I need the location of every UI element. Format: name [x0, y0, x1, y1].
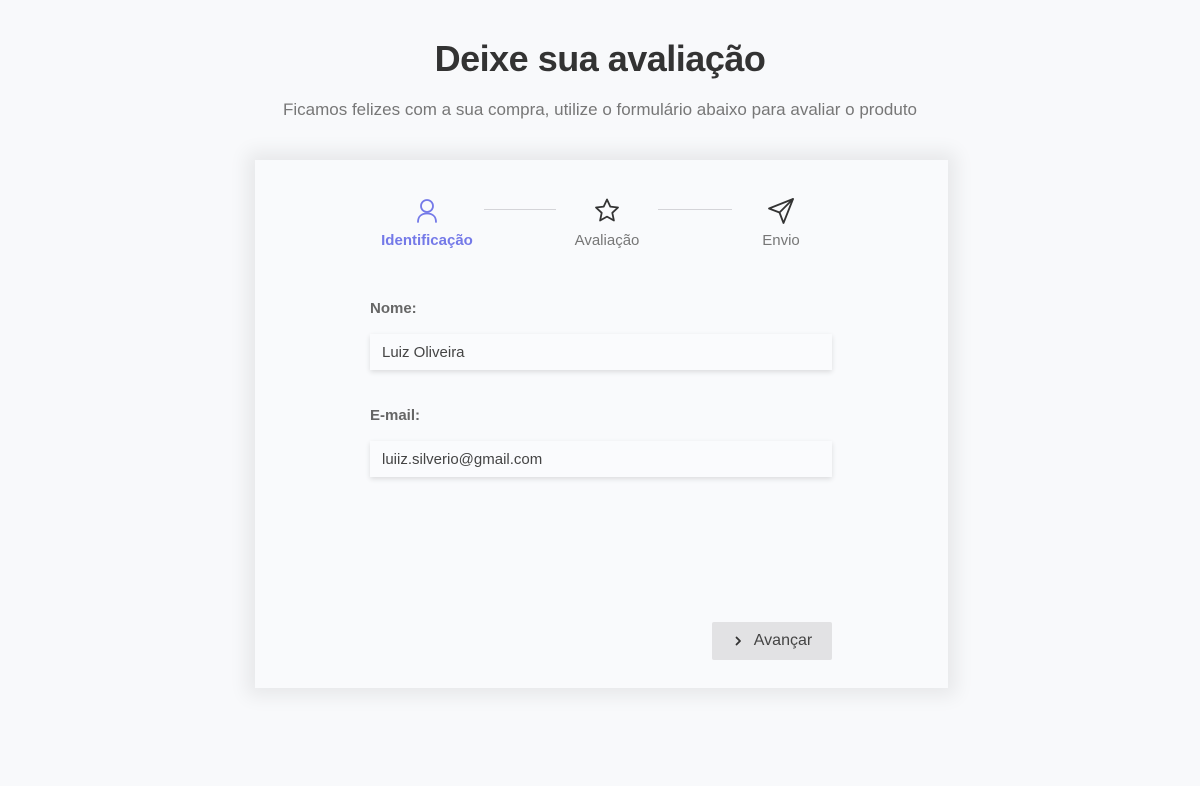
step-label: Identificação: [381, 232, 473, 249]
advance-button[interactable]: Avançar: [712, 622, 832, 660]
advance-button-label: Avançar: [753, 632, 813, 649]
star-icon: [595, 198, 619, 222]
step-label: Avaliação: [574, 232, 640, 249]
step-avaliacao[interactable]: Avaliação: [537, 196, 677, 249]
name-field-group: Nome:: [370, 300, 832, 370]
user-icon: [417, 199, 437, 223]
name-input[interactable]: [370, 334, 832, 370]
email-field-group: E-mail:: [370, 407, 832, 477]
name-label: Nome:: [370, 300, 417, 317]
email-label: E-mail:: [370, 407, 421, 424]
email-input[interactable]: [370, 441, 832, 477]
step-identificacao[interactable]: Identificação: [357, 196, 497, 249]
stepper: Identificação Avaliação Envio: [255, 196, 948, 256]
page-subtitle: Ficamos felizes com a sua compra, utiliz…: [282, 100, 917, 119]
page-title: Deixe sua avaliação: [434, 38, 766, 79]
step-envio[interactable]: Envio: [711, 196, 851, 249]
step-label: Envio: [762, 232, 800, 249]
identification-form: Nome: E-mail:: [370, 300, 832, 477]
send-icon: [768, 198, 794, 224]
chevron-right-icon: [735, 636, 741, 646]
review-form-card: Identificação Avaliação Envio Nome: E-ma…: [255, 160, 948, 688]
